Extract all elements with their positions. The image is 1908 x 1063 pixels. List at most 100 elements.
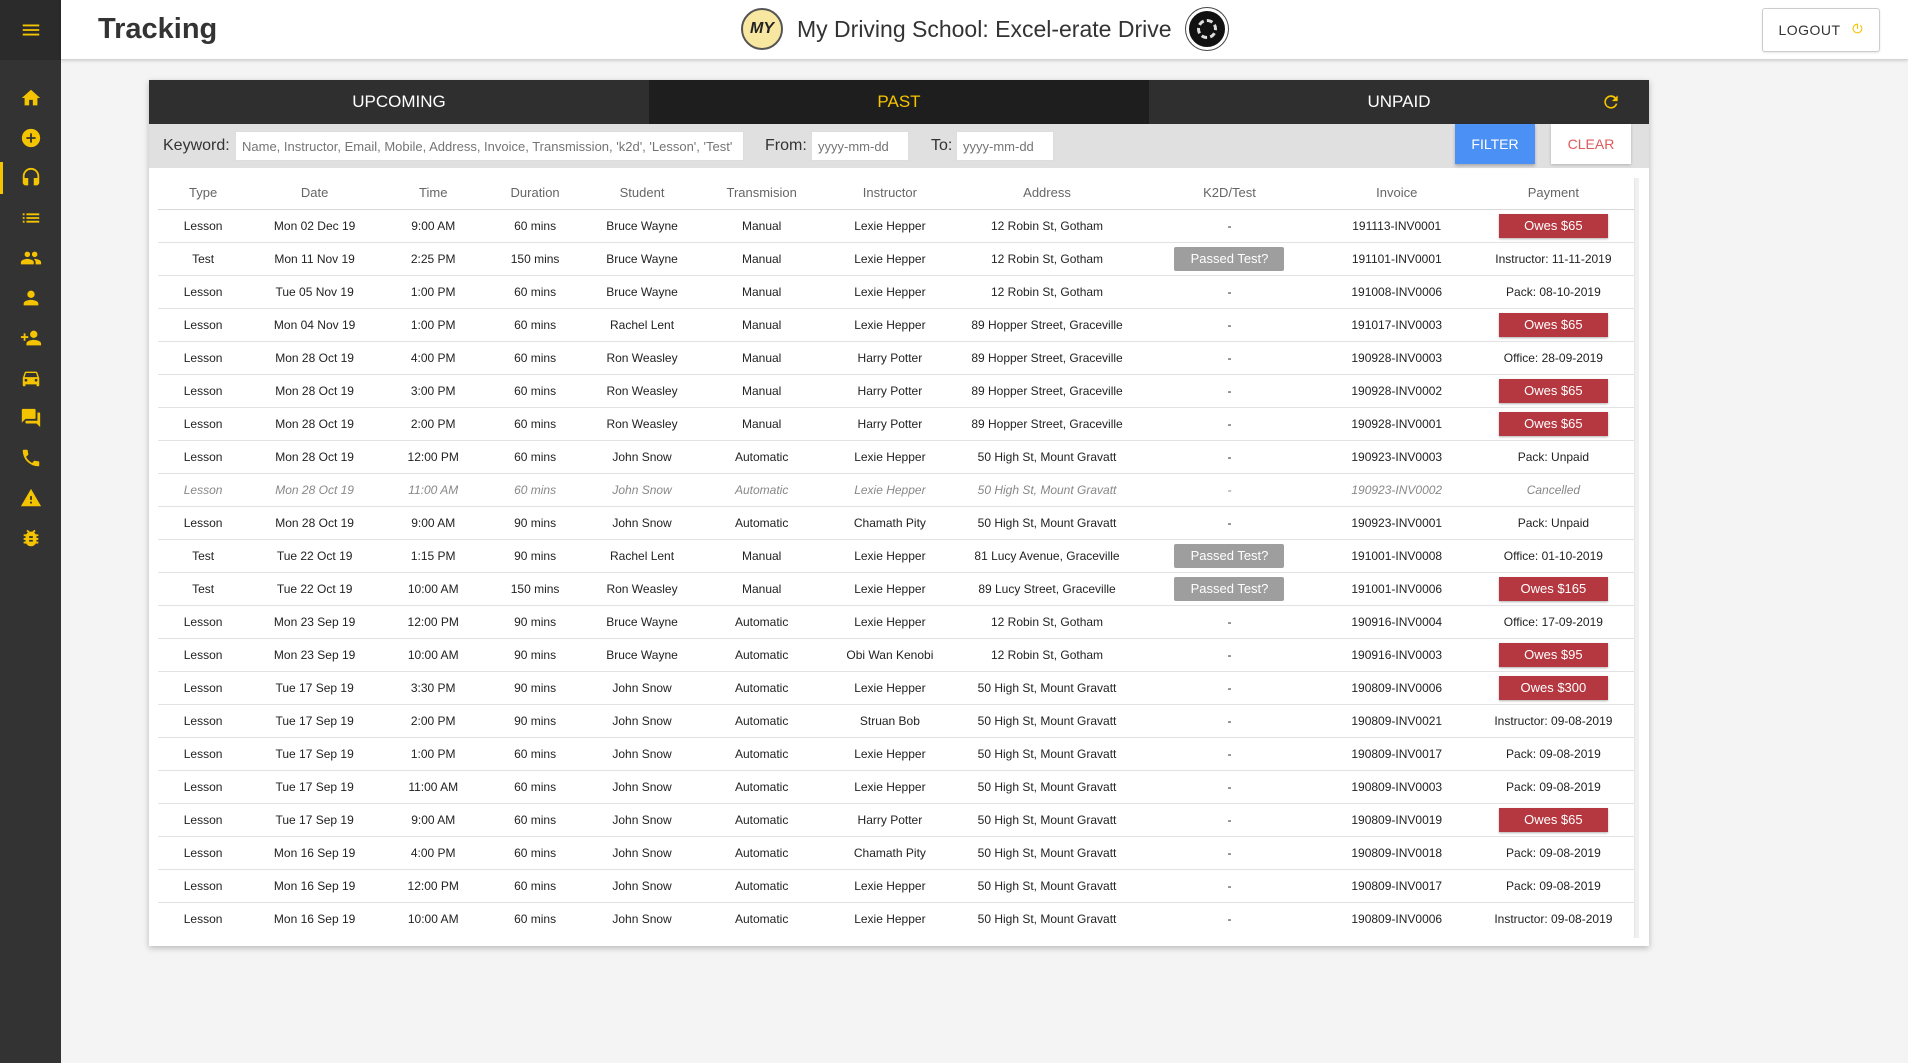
cell-payment: Owes $65	[1472, 407, 1634, 441]
column-header[interactable]: Instructor	[824, 176, 956, 210]
to-date-input[interactable]	[956, 131, 1054, 161]
column-header[interactable]: Student	[584, 176, 700, 210]
column-header[interactable]: Type	[158, 176, 249, 210]
cell-type: Lesson	[158, 770, 249, 804]
table-row[interactable]: Lesson Mon 02 Dec 19 9:00 AM 60 mins Bruce W…	[158, 209, 1634, 243]
cell-payment: Instructor: 11-11-2019	[1472, 242, 1634, 276]
table-row[interactable]: Lesson Tue 17 Sep 19 1:00 PM 60 mins John Sn…	[158, 737, 1634, 771]
column-header[interactable]: Transmision	[699, 176, 824, 210]
clear-button[interactable]: CLEAR	[1551, 124, 1631, 164]
table-scrollbar[interactable]	[1634, 178, 1639, 938]
sidebar-item-add[interactable]	[0, 118, 61, 158]
cell-type: Lesson	[158, 374, 249, 408]
sidebar-item-warning[interactable]	[0, 478, 61, 518]
cell-transmission: Manual	[699, 374, 824, 408]
sidebar-item-car[interactable]	[0, 358, 61, 398]
sidebar-item-person-add[interactable]	[0, 318, 61, 358]
sidebar-item-bug[interactable]	[0, 518, 61, 558]
table-row[interactable]: Lesson Tue 17 Sep 19 2:00 PM 90 mins John Sn…	[158, 704, 1634, 738]
cell-payment: Pack: 09-08-2019	[1472, 869, 1634, 903]
owes-badge-button[interactable]: Owes $65	[1498, 378, 1608, 403]
cell-invoice: 190809-INV0017	[1320, 869, 1473, 903]
cell-date: Mon 16 Sep 19	[248, 902, 382, 932]
cell-date: Tue 22 Oct 19	[248, 572, 382, 606]
cell-instructor: Lexie Hepper	[824, 605, 956, 639]
table-row[interactable]: Lesson Mon 28 Oct 19 3:00 PM 60 mins Ron Wea…	[158, 374, 1634, 408]
owes-badge-button[interactable]: Owes $65	[1498, 411, 1608, 436]
cell-duration: 90 mins	[485, 638, 585, 672]
sidebar-item-list[interactable]	[0, 198, 61, 238]
sidebar-item-group[interactable]	[0, 238, 61, 278]
column-header[interactable]: Duration	[485, 176, 585, 210]
logout-button[interactable]: LOGOUT	[1762, 8, 1880, 52]
cell-address: 89 Hopper Street, Graceville	[955, 308, 1139, 342]
table-row[interactable]: Lesson Tue 05 Nov 19 1:00 PM 60 mins Bruce W…	[158, 275, 1634, 309]
column-header[interactable]: Date	[248, 176, 382, 210]
cell-time: 10:00 AM	[381, 902, 486, 932]
table-row[interactable]: Test Tue 22 Oct 19 10:00 AM 150 mins Ron Wea…	[158, 572, 1634, 606]
owes-badge-button[interactable]: Owes $95	[1498, 642, 1608, 667]
table-row[interactable]: Lesson Mon 28 Oct 19 9:00 AM 90 mins John Sn…	[158, 506, 1634, 540]
owes-badge-button[interactable]: Owes $300	[1498, 675, 1608, 700]
cell-duration: 60 mins	[485, 770, 585, 804]
sidebar-item-tracking[interactable]	[0, 158, 61, 198]
sidebar-item-person[interactable]	[0, 278, 61, 318]
filter-button[interactable]: FILTER	[1455, 124, 1535, 164]
passed-test-button[interactable]: Passed Test?	[1174, 543, 1285, 568]
table-row[interactable]: Lesson Mon 23 Sep 19 10:00 AM 90 mins Bruce …	[158, 638, 1634, 672]
column-header[interactable]: K2D/Test	[1138, 176, 1321, 210]
passed-test-button[interactable]: Passed Test?	[1174, 576, 1285, 601]
keyword-input[interactable]	[235, 131, 744, 161]
table-row[interactable]: Test Tue 22 Oct 19 1:15 PM 90 mins Rachel Le…	[158, 539, 1634, 573]
column-header[interactable]: Address	[955, 176, 1139, 210]
from-date-input[interactable]	[811, 131, 909, 161]
passed-test-button[interactable]: Passed Test?	[1174, 246, 1285, 271]
table-row[interactable]: Lesson Mon 16 Sep 19 12:00 PM 60 mins John S…	[158, 869, 1634, 903]
sidebar-item-home[interactable]	[0, 78, 61, 118]
table-row[interactable]: Lesson Tue 17 Sep 19 9:00 AM 60 mins John Sn…	[158, 803, 1634, 837]
table-row[interactable]: Test Mon 11 Nov 19 2:25 PM 150 mins Bruce Wa…	[158, 242, 1634, 276]
tab-upcoming[interactable]: UPCOMING	[149, 80, 649, 124]
menu-toggle-button[interactable]	[0, 0, 61, 60]
cell-instructor: Lexie Hepper	[824, 473, 956, 507]
cell-invoice: 191101-INV0001	[1320, 242, 1473, 276]
table-row[interactable]: Lesson Mon 04 Nov 19 1:00 PM 60 mins Rachel …	[158, 308, 1634, 342]
owes-badge-button[interactable]: Owes $165	[1498, 576, 1608, 601]
table-row[interactable]: Lesson Tue 17 Sep 19 3:30 PM 90 mins John Sn…	[158, 671, 1634, 705]
cell-address: 12 Robin St, Gotham	[955, 242, 1139, 276]
cell-payment: Office: 01-10-2019	[1472, 539, 1634, 573]
column-header[interactable]: Time	[381, 176, 486, 210]
column-header[interactable]: Invoice	[1320, 176, 1473, 210]
tab-unpaid[interactable]: UNPAID	[1149, 80, 1649, 124]
cell-transmission: Automatic	[699, 605, 824, 639]
cell-k2d: Passed Test?	[1138, 242, 1321, 276]
tab-past[interactable]: PAST	[649, 80, 1149, 124]
table-row[interactable]: Lesson Mon 16 Sep 19 4:00 PM 60 mins John Sn…	[158, 836, 1634, 870]
cell-k2d: -	[1138, 407, 1321, 441]
table-row[interactable]: Lesson Mon 28 Oct 19 4:00 PM 60 mins Ron Wea…	[158, 341, 1634, 375]
column-header[interactable]: Payment	[1472, 176, 1634, 210]
cell-type: Lesson	[158, 902, 249, 932]
refresh-button[interactable]	[1601, 92, 1621, 112]
cell-date: Mon 04 Nov 19	[248, 308, 382, 342]
owes-badge-button[interactable]: Owes $65	[1498, 312, 1608, 337]
table-row[interactable]: Lesson Mon 16 Sep 19 10:00 AM 60 mins John S…	[158, 902, 1634, 932]
cell-address: 50 High St, Mount Gravatt	[955, 440, 1139, 474]
table-row[interactable]: Lesson Mon 23 Sep 19 12:00 PM 90 mins Bruce …	[158, 605, 1634, 639]
cell-transmission: Automatic	[699, 473, 824, 507]
cell-student: John Snow	[584, 869, 700, 903]
cell-payment: Pack: Unpaid	[1472, 440, 1634, 474]
owes-badge-button[interactable]: Owes $65	[1498, 807, 1608, 832]
cell-payment: Owes $95	[1472, 638, 1634, 672]
table-row[interactable]: Lesson Mon 28 Oct 19 2:00 PM 60 mins Ron Wea…	[158, 407, 1634, 441]
sidebar-item-forum[interactable]	[0, 398, 61, 438]
sidebar-item-phone[interactable]	[0, 438, 61, 478]
cell-address: 89 Hopper Street, Graceville	[955, 407, 1139, 441]
table-row[interactable]: Lesson Mon 28 Oct 19 12:00 PM 60 mins John S…	[158, 440, 1634, 474]
owes-badge-button[interactable]: Owes $65	[1498, 213, 1608, 238]
table-row[interactable]: Lesson Mon 28 Oct 19 11:00 AM 60 mins John S…	[158, 473, 1634, 507]
table-row[interactable]: Lesson Tue 17 Sep 19 11:00 AM 60 mins John S…	[158, 770, 1634, 804]
filter-bar: Keyword: From: To: FILTER CLEAR	[149, 124, 1649, 168]
cell-transmission: Automatic	[699, 770, 824, 804]
cell-instructor: Lexie Hepper	[824, 209, 956, 243]
